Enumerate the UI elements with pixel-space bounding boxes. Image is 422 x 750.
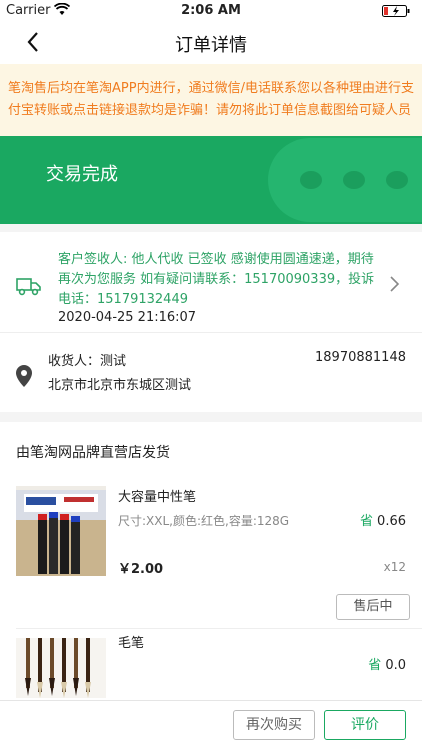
banner-dot: [386, 171, 408, 189]
product-savings: 省 0.66: [360, 510, 406, 529]
product-quantity: x12: [383, 560, 406, 574]
product-price: ￥2.00: [118, 562, 164, 577]
battery-icon: [382, 5, 412, 17]
product-image: [16, 638, 106, 698]
bottom-action-bar: 再次购买 评价: [0, 700, 422, 750]
order-status-label: 交易完成: [46, 164, 118, 185]
product-savings: 省 0.0: [368, 654, 406, 673]
savings-amount: 0.66: [377, 514, 406, 529]
list-item[interactable]: 毛笔 省 0.0: [0, 628, 422, 708]
navigation-bar: 订单详情: [0, 22, 422, 64]
order-items-section: 由笔淘网品牌直营店发货 大容量中性笔 尺寸:XXL,颜色:红色,容量:128G …: [0, 422, 422, 700]
product-name: 毛笔: [118, 636, 145, 651]
truck-icon: [16, 276, 42, 296]
receiver-address: 北京市北京市东城区测试: [48, 378, 192, 393]
product-spec: 尺寸:XXL,颜色:红色,容量:128G: [118, 514, 290, 528]
divider: [0, 332, 422, 333]
receiver-name: 收货人：测试: [48, 354, 127, 369]
page-title: 订单详情: [175, 35, 247, 56]
fraud-warning-notice: 笔淘售后均在笔淘APP内进行，通过微信/电话联系您以各种理由进行支付宝转账或点击…: [0, 64, 422, 136]
order-status-banner: 交易完成: [0, 136, 422, 224]
product-name: 大容量中性笔: [118, 490, 197, 505]
product-image: [16, 486, 106, 576]
location-pin-icon: [14, 364, 34, 388]
logistics-timestamp: 2020-04-25 21:16:07: [58, 310, 197, 325]
logistics-section: 客户签收人: 他人代收 已签收 感谢使用圆通速递，期待再次为您服务 如有疑问请联…: [0, 232, 422, 412]
banner-dot: [343, 171, 365, 189]
rebuy-button[interactable]: 再次购买: [233, 710, 315, 740]
review-button[interactable]: 评价: [324, 710, 406, 740]
receiver-phone: 18970881148: [315, 350, 406, 365]
chevron-right-icon[interactable]: [388, 274, 402, 294]
banner-dot: [300, 171, 322, 189]
after-sale-button[interactable]: 售后中: [336, 594, 410, 620]
status-bar: Carrier 2:06 AM: [0, 0, 422, 22]
savings-amount: 0.0: [385, 658, 406, 673]
savings-tag: 省: [368, 658, 382, 673]
clock: 2:06 AM: [181, 3, 241, 18]
shop-label: 由笔淘网品牌直营店发货: [16, 445, 170, 461]
list-item[interactable]: 大容量中性笔 尺寸:XXL,颜色:红色,容量:128G 省 0.66 ￥2.00 …: [0, 486, 422, 626]
logistics-message[interactable]: 客户签收人: 他人代收 已签收 感谢使用圆通速递，期待再次为您服务 如有疑问请联…: [58, 250, 380, 310]
savings-tag: 省: [360, 514, 374, 529]
